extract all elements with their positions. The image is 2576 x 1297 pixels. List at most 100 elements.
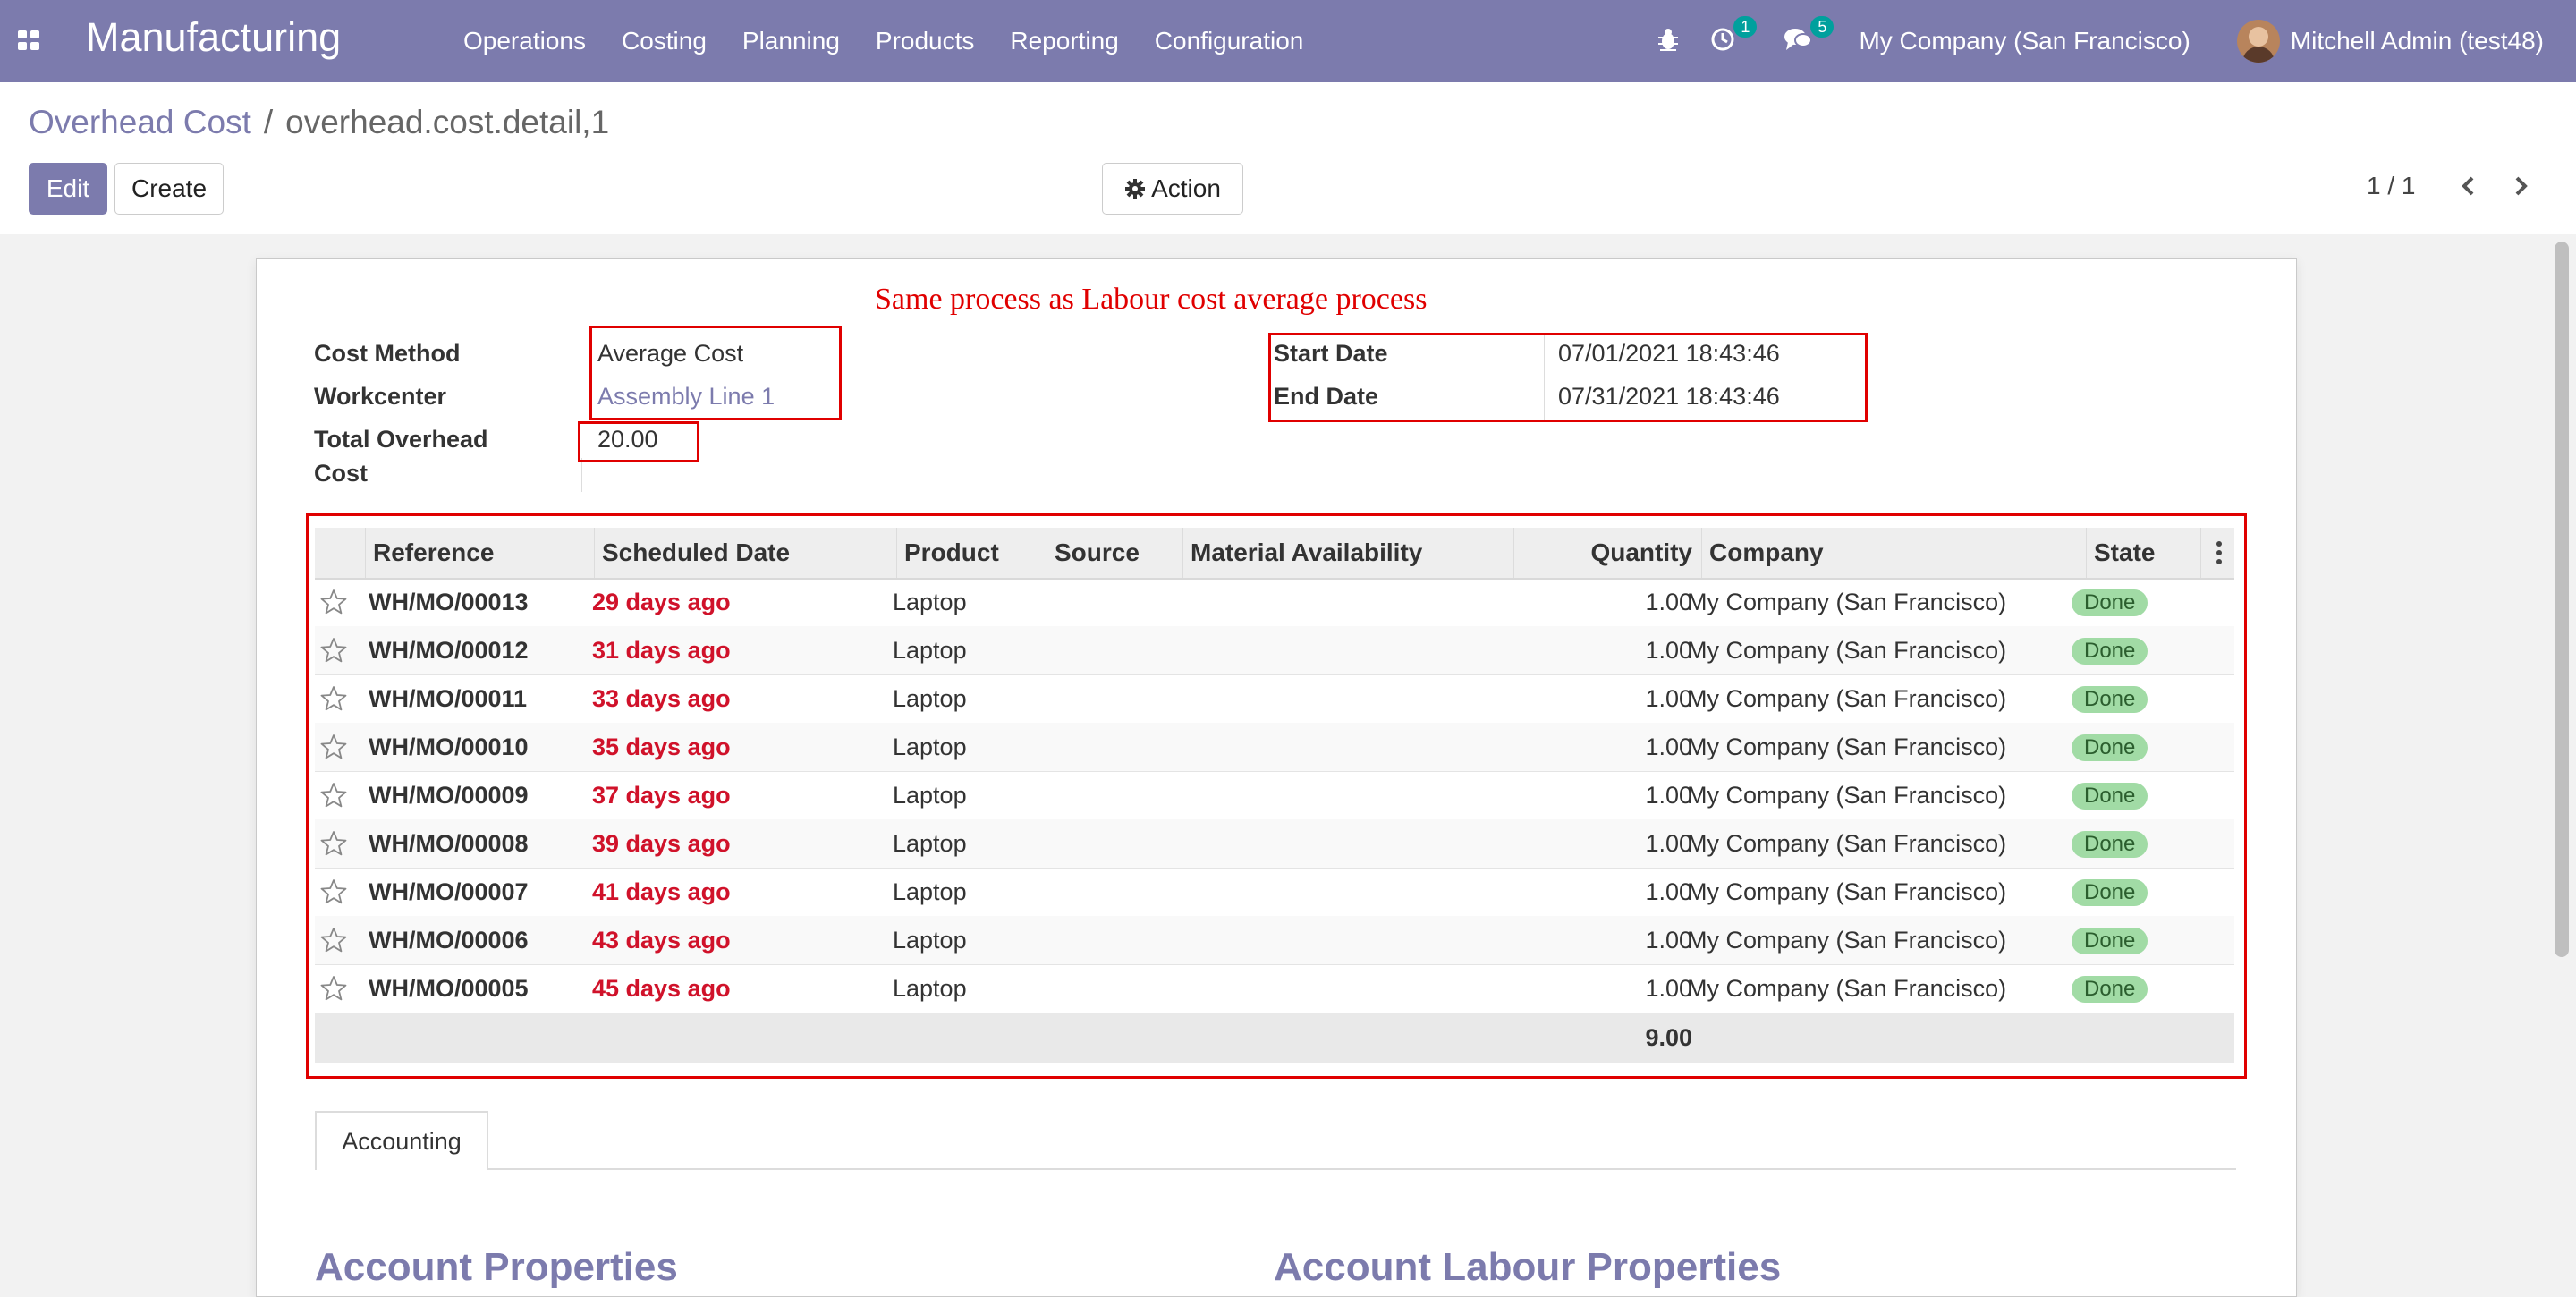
priority-star-icon[interactable] <box>320 927 347 954</box>
field-divider <box>581 458 582 492</box>
activity-clock-icon[interactable]: 1 <box>1710 15 1758 56</box>
column-product[interactable]: Product <box>896 528 1046 578</box>
cell-product: Laptop <box>893 589 967 615</box>
cell-scheduled-date: 37 days ago <box>592 782 731 809</box>
column-company[interactable]: Company <box>1701 528 2086 578</box>
cell-product: Laptop <box>893 878 967 905</box>
priority-star-icon[interactable] <box>320 782 347 809</box>
column-reference[interactable]: Reference <box>365 528 594 578</box>
menu-configuration[interactable]: Configuration <box>1155 27 1304 55</box>
menu-planning[interactable]: Planning <box>742 27 840 55</box>
total-quantity: 9.00 <box>1645 1024 1692 1051</box>
breadcrumb-separator: / <box>263 104 274 140</box>
create-button[interactable]: Create <box>114 163 224 215</box>
gear-icon <box>1125 179 1146 199</box>
kebab-menu-icon <box>2216 541 2222 564</box>
table-row[interactable]: WH/MO/00013 29 days ago Laptop 1.00 My Compa… <box>315 578 2234 627</box>
cell-quantity: 1.00 <box>1645 685 1692 712</box>
priority-star-icon[interactable] <box>320 589 347 615</box>
cell-product: Laptop <box>893 975 967 1002</box>
breadcrumb-overhead-cost[interactable]: Overhead Cost <box>29 104 251 140</box>
cell-scheduled-date: 29 days ago <box>592 589 731 615</box>
action-button-label: Action <box>1151 174 1221 202</box>
cell-scheduled-date: 45 days ago <box>592 975 731 1002</box>
status-badge: Done <box>2072 831 2148 858</box>
main-menu: Operations Costing Planning Products Rep… <box>463 0 1339 82</box>
priority-star-icon[interactable] <box>320 637 347 664</box>
priority-star-icon[interactable] <box>320 878 347 905</box>
cell-scheduled-date: 39 days ago <box>592 830 731 857</box>
messages-chat-icon[interactable]: 5 <box>1784 15 1835 56</box>
pager-previous-button[interactable] <box>2451 168 2487 204</box>
total-overhead-cost-label: Total Overhead <box>314 426 488 453</box>
cell-quantity: 1.00 <box>1645 830 1692 857</box>
breadcrumb: Overhead Cost / overhead.cost.detail,1 <box>29 104 609 141</box>
apps-menu-icon[interactable] <box>18 30 39 50</box>
priority-star-icon[interactable] <box>320 975 347 1002</box>
total-overhead-cost-label-line2: Cost <box>314 460 368 487</box>
cell-quantity: 1.00 <box>1645 733 1692 760</box>
cell-quantity: 1.00 <box>1645 927 1692 954</box>
cell-company: My Company (San Francisco) <box>1687 878 2007 905</box>
annotation-note: Same process as Labour cost average proc… <box>875 283 1428 316</box>
top-navbar: Manufacturing Operations Costing Plannin… <box>0 0 2576 82</box>
menu-reporting[interactable]: Reporting <box>1010 27 1118 55</box>
pager-next-button[interactable] <box>2503 168 2538 204</box>
vertical-scrollbar[interactable] <box>2555 242 2569 957</box>
cell-scheduled-date: 31 days ago <box>592 637 731 664</box>
systray: 1 5 My Company (San Francisco) Mitchell … <box>1657 0 2576 82</box>
status-badge: Done <box>2072 976 2148 1003</box>
menu-products[interactable]: Products <box>876 27 975 55</box>
table-row[interactable]: WH/MO/00009 37 days ago Laptop 1.00 My Compa… <box>315 771 2234 820</box>
messages-count-badge: 5 <box>1810 15 1835 38</box>
optional-columns-toggle[interactable] <box>2200 528 2234 578</box>
table-row[interactable]: WH/MO/00010 35 days ago Laptop 1.00 My Compa… <box>315 723 2234 772</box>
column-scheduled-date[interactable]: Scheduled Date <box>594 528 896 578</box>
table-row[interactable]: WH/MO/00007 41 days ago Laptop 1.00 My Compa… <box>315 868 2234 917</box>
table-row[interactable]: WH/MO/00008 39 days ago Laptop 1.00 My Compa… <box>315 819 2234 869</box>
menu-costing[interactable]: Costing <box>622 27 707 55</box>
status-badge: Done <box>2072 589 2148 616</box>
cell-reference: WH/MO/00013 <box>369 589 529 615</box>
column-quantity[interactable]: Quantity <box>1513 528 1701 578</box>
priority-star-icon[interactable] <box>320 685 347 712</box>
table-row[interactable]: WH/MO/00011 33 days ago Laptop 1.00 My Compa… <box>315 674 2234 724</box>
tab-accounting[interactable]: Accounting <box>315 1111 488 1170</box>
cell-company: My Company (San Francisco) <box>1687 830 2007 857</box>
app-title[interactable]: Manufacturing <box>86 14 341 61</box>
section-account-labour-properties: Account Labour Properties <box>1274 1245 1782 1289</box>
column-state[interactable]: State <box>2086 528 2200 578</box>
cell-company: My Company (San Francisco) <box>1687 927 2007 954</box>
user-avatar[interactable] <box>2236 20 2280 63</box>
breadcrumb-current-record: overhead.cost.detail,1 <box>285 104 610 140</box>
cell-company: My Company (San Francisco) <box>1687 589 2007 615</box>
column-source[interactable]: Source <box>1046 528 1182 578</box>
cell-product: Laptop <box>893 782 967 809</box>
cell-scheduled-date: 43 days ago <box>592 927 731 954</box>
cell-reference: WH/MO/00005 <box>369 975 529 1002</box>
edit-button[interactable]: Edit <box>29 163 107 215</box>
cell-quantity: 1.00 <box>1645 975 1692 1002</box>
workcenter-label: Workcenter <box>314 383 447 410</box>
table-row[interactable]: WH/MO/00006 43 days ago Laptop 1.00 My Compa… <box>315 916 2234 965</box>
priority-star-icon[interactable] <box>320 830 347 857</box>
status-badge: Done <box>2072 928 2148 954</box>
table-row[interactable]: WH/MO/00005 45 days ago Laptop 1.00 My Compa… <box>315 964 2234 1013</box>
activity-count-badge: 1 <box>1733 15 1758 38</box>
debug-bug-icon[interactable] <box>1657 27 1680 56</box>
cell-reference: WH/MO/00012 <box>369 637 529 664</box>
priority-star-icon[interactable] <box>320 733 347 760</box>
annotation-box-method-workcenter <box>589 326 842 420</box>
company-switcher[interactable]: My Company (San Francisco) <box>1859 27 2190 55</box>
annotation-box-total-cost <box>578 421 699 462</box>
user-menu[interactable]: Mitchell Admin (test48) <box>2291 27 2544 55</box>
cell-reference: WH/MO/00008 <box>369 830 529 857</box>
pager-value[interactable]: 1 / 1 <box>2367 172 2415 200</box>
cell-quantity: 1.00 <box>1645 878 1692 905</box>
table-row[interactable]: WH/MO/00012 31 days ago Laptop 1.00 My Compa… <box>315 626 2234 675</box>
action-button[interactable]: Action <box>1102 163 1243 215</box>
column-material-availability[interactable]: Material Availability <box>1182 528 1513 578</box>
cell-quantity: 1.00 <box>1645 782 1692 809</box>
cell-company: My Company (San Francisco) <box>1687 733 2007 760</box>
menu-operations[interactable]: Operations <box>463 27 586 55</box>
